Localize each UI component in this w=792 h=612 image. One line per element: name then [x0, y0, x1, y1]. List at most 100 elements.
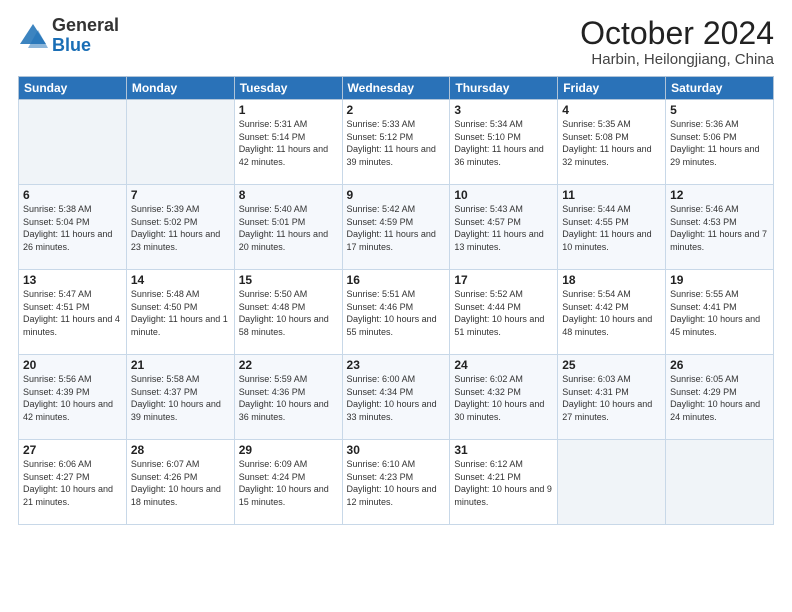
- calendar-cell: 2Sunrise: 5:33 AMSunset: 5:12 PMDaylight…: [342, 100, 450, 185]
- calendar-cell: 30Sunrise: 6:10 AMSunset: 4:23 PMDayligh…: [342, 440, 450, 525]
- month-title: October 2024: [580, 16, 774, 51]
- logo-text: General Blue: [52, 16, 119, 56]
- day-info: Sunrise: 5:36 AMSunset: 5:06 PMDaylight:…: [670, 118, 769, 168]
- calendar-cell: 19Sunrise: 5:55 AMSunset: 4:41 PMDayligh…: [666, 270, 774, 355]
- calendar-cell: [666, 440, 774, 525]
- calendar-cell: 20Sunrise: 5:56 AMSunset: 4:39 PMDayligh…: [19, 355, 127, 440]
- day-info: Sunrise: 5:48 AMSunset: 4:50 PMDaylight:…: [131, 288, 230, 338]
- calendar-week-4: 20Sunrise: 5:56 AMSunset: 4:39 PMDayligh…: [19, 355, 774, 440]
- calendar-cell: 11Sunrise: 5:44 AMSunset: 4:55 PMDayligh…: [558, 185, 666, 270]
- calendar-cell: 16Sunrise: 5:51 AMSunset: 4:46 PMDayligh…: [342, 270, 450, 355]
- day-number: 31: [454, 443, 553, 457]
- calendar-cell: 5Sunrise: 5:36 AMSunset: 5:06 PMDaylight…: [666, 100, 774, 185]
- calendar-cell: 1Sunrise: 5:31 AMSunset: 5:14 PMDaylight…: [234, 100, 342, 185]
- calendar-page: General Blue October 2024 Harbin, Heilon…: [0, 0, 792, 612]
- day-number: 28: [131, 443, 230, 457]
- calendar-cell: 7Sunrise: 5:39 AMSunset: 5:02 PMDaylight…: [126, 185, 234, 270]
- day-info: Sunrise: 5:55 AMSunset: 4:41 PMDaylight:…: [670, 288, 769, 338]
- day-number: 7: [131, 188, 230, 202]
- calendar-cell: [126, 100, 234, 185]
- day-info: Sunrise: 5:39 AMSunset: 5:02 PMDaylight:…: [131, 203, 230, 253]
- calendar-cell: 12Sunrise: 5:46 AMSunset: 4:53 PMDayligh…: [666, 185, 774, 270]
- calendar-cell: 29Sunrise: 6:09 AMSunset: 4:24 PMDayligh…: [234, 440, 342, 525]
- day-number: 27: [23, 443, 122, 457]
- calendar-body: 1Sunrise: 5:31 AMSunset: 5:14 PMDaylight…: [19, 100, 774, 525]
- calendar-cell: 8Sunrise: 5:40 AMSunset: 5:01 PMDaylight…: [234, 185, 342, 270]
- day-info: Sunrise: 6:07 AMSunset: 4:26 PMDaylight:…: [131, 458, 230, 508]
- col-saturday: Saturday: [666, 77, 774, 100]
- day-number: 24: [454, 358, 553, 372]
- day-number: 17: [454, 273, 553, 287]
- day-number: 4: [562, 103, 661, 117]
- day-number: 18: [562, 273, 661, 287]
- day-number: 29: [239, 443, 338, 457]
- day-number: 10: [454, 188, 553, 202]
- day-number: 14: [131, 273, 230, 287]
- logo-general: General: [52, 16, 119, 36]
- calendar-cell: [19, 100, 127, 185]
- calendar-week-3: 13Sunrise: 5:47 AMSunset: 4:51 PMDayligh…: [19, 270, 774, 355]
- day-number: 11: [562, 188, 661, 202]
- day-info: Sunrise: 6:09 AMSunset: 4:24 PMDaylight:…: [239, 458, 338, 508]
- day-info: Sunrise: 5:47 AMSunset: 4:51 PMDaylight:…: [23, 288, 122, 338]
- calendar-cell: 15Sunrise: 5:50 AMSunset: 4:48 PMDayligh…: [234, 270, 342, 355]
- day-number: 1: [239, 103, 338, 117]
- day-number: 22: [239, 358, 338, 372]
- calendar-table: Sunday Monday Tuesday Wednesday Thursday…: [18, 76, 774, 525]
- col-monday: Monday: [126, 77, 234, 100]
- day-number: 20: [23, 358, 122, 372]
- calendar-cell: 28Sunrise: 6:07 AMSunset: 4:26 PMDayligh…: [126, 440, 234, 525]
- calendar-cell: [558, 440, 666, 525]
- logo-blue: Blue: [52, 36, 119, 56]
- day-info: Sunrise: 5:43 AMSunset: 4:57 PMDaylight:…: [454, 203, 553, 253]
- day-number: 8: [239, 188, 338, 202]
- day-number: 26: [670, 358, 769, 372]
- day-info: Sunrise: 5:35 AMSunset: 5:08 PMDaylight:…: [562, 118, 661, 168]
- day-number: 19: [670, 273, 769, 287]
- calendar-cell: 18Sunrise: 5:54 AMSunset: 4:42 PMDayligh…: [558, 270, 666, 355]
- calendar-cell: 21Sunrise: 5:58 AMSunset: 4:37 PMDayligh…: [126, 355, 234, 440]
- logo-icon: [18, 22, 48, 50]
- day-info: Sunrise: 5:54 AMSunset: 4:42 PMDaylight:…: [562, 288, 661, 338]
- day-info: Sunrise: 5:40 AMSunset: 5:01 PMDaylight:…: [239, 203, 338, 253]
- day-info: Sunrise: 5:38 AMSunset: 5:04 PMDaylight:…: [23, 203, 122, 253]
- col-tuesday: Tuesday: [234, 77, 342, 100]
- calendar-cell: 23Sunrise: 6:00 AMSunset: 4:34 PMDayligh…: [342, 355, 450, 440]
- location: Harbin, Heilongjiang, China: [580, 51, 774, 68]
- calendar-week-5: 27Sunrise: 6:06 AMSunset: 4:27 PMDayligh…: [19, 440, 774, 525]
- day-info: Sunrise: 5:56 AMSunset: 4:39 PMDaylight:…: [23, 373, 122, 423]
- calendar-cell: 14Sunrise: 5:48 AMSunset: 4:50 PMDayligh…: [126, 270, 234, 355]
- day-number: 9: [347, 188, 446, 202]
- calendar-cell: 25Sunrise: 6:03 AMSunset: 4:31 PMDayligh…: [558, 355, 666, 440]
- day-number: 6: [23, 188, 122, 202]
- calendar-cell: 17Sunrise: 5:52 AMSunset: 4:44 PMDayligh…: [450, 270, 558, 355]
- day-info: Sunrise: 6:12 AMSunset: 4:21 PMDaylight:…: [454, 458, 553, 508]
- day-info: Sunrise: 6:03 AMSunset: 4:31 PMDaylight:…: [562, 373, 661, 423]
- header: General Blue October 2024 Harbin, Heilon…: [18, 16, 774, 68]
- col-wednesday: Wednesday: [342, 77, 450, 100]
- day-info: Sunrise: 6:05 AMSunset: 4:29 PMDaylight:…: [670, 373, 769, 423]
- day-number: 16: [347, 273, 446, 287]
- day-info: Sunrise: 5:46 AMSunset: 4:53 PMDaylight:…: [670, 203, 769, 253]
- day-number: 3: [454, 103, 553, 117]
- day-info: Sunrise: 5:58 AMSunset: 4:37 PMDaylight:…: [131, 373, 230, 423]
- calendar-cell: 10Sunrise: 5:43 AMSunset: 4:57 PMDayligh…: [450, 185, 558, 270]
- logo-area: General Blue: [18, 16, 119, 56]
- day-number: 25: [562, 358, 661, 372]
- calendar-cell: 6Sunrise: 5:38 AMSunset: 5:04 PMDaylight…: [19, 185, 127, 270]
- col-thursday: Thursday: [450, 77, 558, 100]
- day-info: Sunrise: 6:00 AMSunset: 4:34 PMDaylight:…: [347, 373, 446, 423]
- day-info: Sunrise: 6:06 AMSunset: 4:27 PMDaylight:…: [23, 458, 122, 508]
- calendar-cell: 27Sunrise: 6:06 AMSunset: 4:27 PMDayligh…: [19, 440, 127, 525]
- calendar-cell: 3Sunrise: 5:34 AMSunset: 5:10 PMDaylight…: [450, 100, 558, 185]
- day-number: 13: [23, 273, 122, 287]
- day-info: Sunrise: 6:02 AMSunset: 4:32 PMDaylight:…: [454, 373, 553, 423]
- calendar-cell: 24Sunrise: 6:02 AMSunset: 4:32 PMDayligh…: [450, 355, 558, 440]
- calendar-week-2: 6Sunrise: 5:38 AMSunset: 5:04 PMDaylight…: [19, 185, 774, 270]
- col-sunday: Sunday: [19, 77, 127, 100]
- day-info: Sunrise: 5:52 AMSunset: 4:44 PMDaylight:…: [454, 288, 553, 338]
- calendar-cell: 9Sunrise: 5:42 AMSunset: 4:59 PMDaylight…: [342, 185, 450, 270]
- day-info: Sunrise: 5:59 AMSunset: 4:36 PMDaylight:…: [239, 373, 338, 423]
- calendar-cell: 13Sunrise: 5:47 AMSunset: 4:51 PMDayligh…: [19, 270, 127, 355]
- day-info: Sunrise: 5:42 AMSunset: 4:59 PMDaylight:…: [347, 203, 446, 253]
